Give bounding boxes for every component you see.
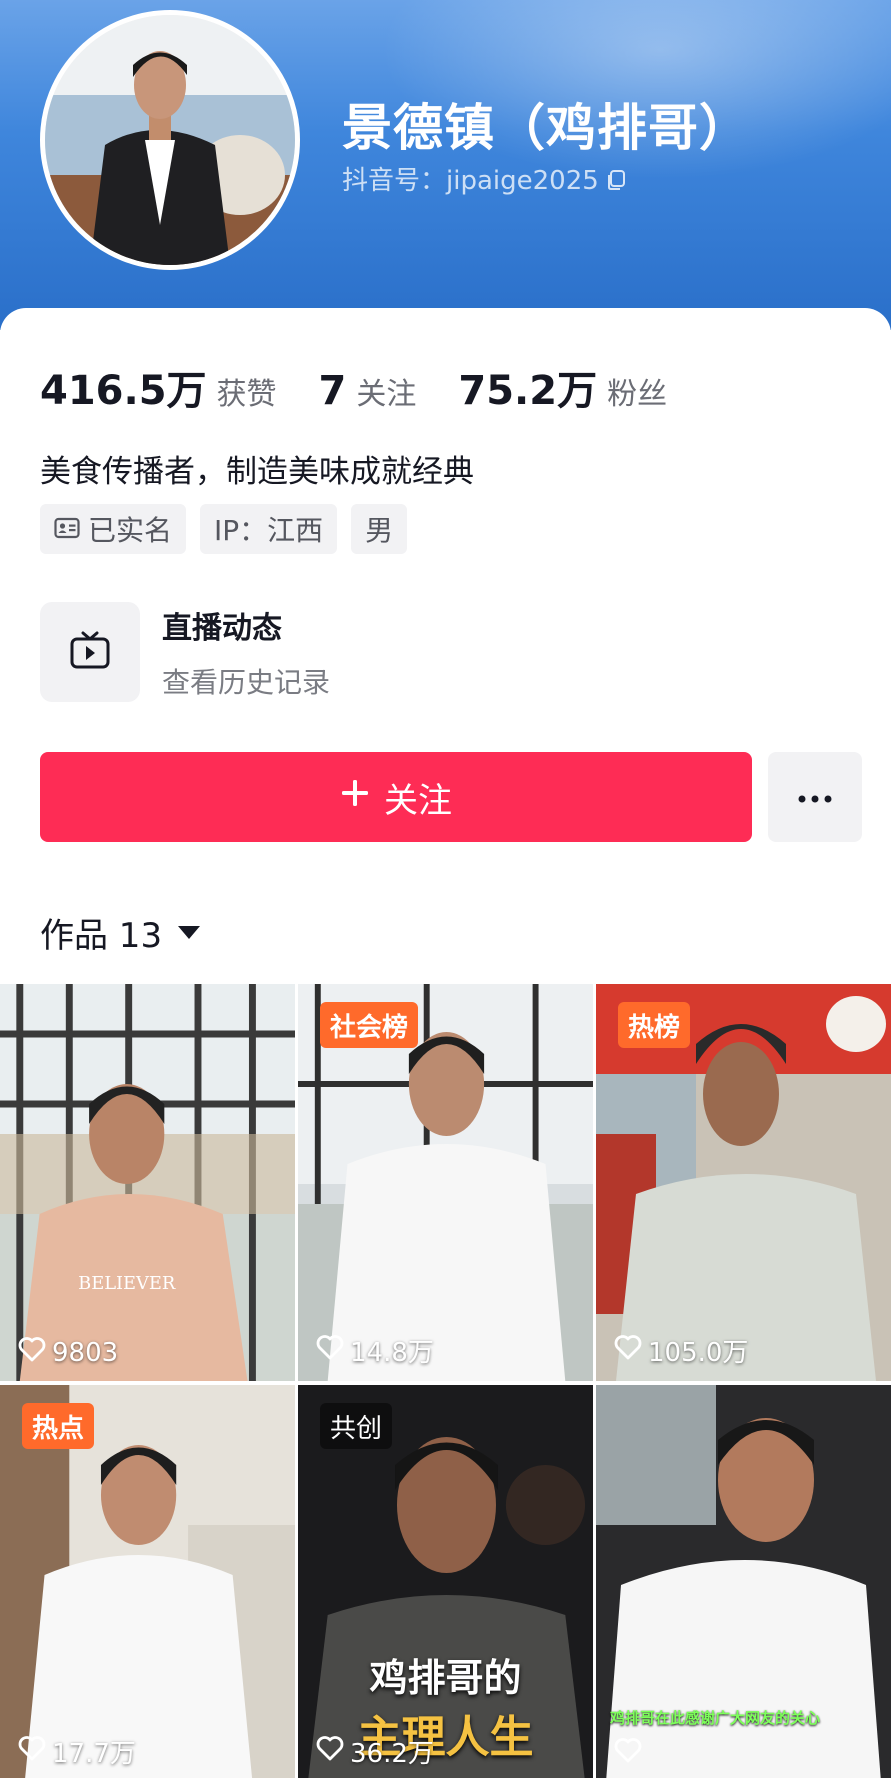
likes-value: 105.0万 — [648, 1338, 749, 1368]
likes-count — [614, 1737, 648, 1770]
id-card-icon — [54, 513, 80, 546]
video-thumbnail-4[interactable]: 热点 17.7万 — [0, 1385, 298, 1778]
heart-icon — [316, 1334, 344, 1367]
caret-down-icon — [178, 926, 201, 939]
tag-gender: 男 — [351, 504, 408, 554]
heart-icon — [18, 1735, 46, 1768]
avatar[interactable] — [40, 10, 300, 270]
video-thumbnail-6[interactable]: 鸡排哥在此感谢广大网友的关心 — [596, 1385, 891, 1778]
more-button[interactable] — [768, 752, 862, 842]
tab-works[interactable]: 作品 13 — [40, 908, 201, 957]
stat-likes-value: 416.5万 — [40, 368, 207, 414]
tag-verified-label: 已实名 — [88, 514, 173, 547]
nickname: 景德镇（鸡排哥） — [342, 99, 750, 157]
live-title: 直播动态 — [162, 611, 282, 646]
stat-followers-label: 粉丝 — [607, 377, 668, 412]
svg-text:BELIEVER: BELIEVER — [78, 1273, 176, 1294]
tag-ip-label: IP：江西 — [214, 514, 324, 547]
stat-likes-label: 获赞 — [216, 377, 277, 412]
badge-trending: 热点 — [22, 1403, 95, 1449]
follow-button[interactable]: 关注 — [40, 752, 752, 842]
works-grid: BELIEVER 9803 社会榜 14.8万 热榜 105.0万 热点 17.… — [0, 984, 891, 1778]
likes-count: 14.8万 — [316, 1332, 434, 1369]
heart-icon — [18, 1336, 46, 1369]
stat-following-value: 7 — [318, 368, 347, 414]
video-thumbnail-1[interactable]: BELIEVER 9803 — [0, 984, 298, 1381]
likes-value: 14.8万 — [350, 1338, 434, 1368]
live-icon-box — [40, 602, 140, 702]
profile-card: 416.5万 获赞 7 关注 75.2万 粉丝 美食传播者，制造美味成就经典 已… — [0, 308, 891, 1778]
bio: 美食传播者，制造美味成就经典 — [40, 454, 474, 490]
live-history-entry[interactable]: 直播动态 查看历史记录 — [40, 602, 330, 702]
stats-row: 416.5万 获赞 7 关注 75.2万 粉丝 — [40, 358, 709, 416]
live-subtitle: 查看历史记录 — [162, 666, 331, 699]
douyin-id-text: 抖音号：jipaige2025 — [342, 166, 599, 196]
likes-value: 17.7万 — [52, 1739, 136, 1769]
tv-icon — [69, 630, 111, 674]
badge-hot-rank: 热榜 — [618, 1002, 691, 1048]
heart-icon — [614, 1737, 642, 1770]
copy-icon[interactable] — [605, 168, 627, 190]
heart-icon — [316, 1735, 344, 1768]
likes-value: 9803 — [52, 1337, 119, 1368]
plus-icon — [340, 777, 370, 817]
badge-co-creation: 共创 — [320, 1403, 393, 1449]
tags-row: 已实名 IP：江西 男 — [40, 504, 408, 554]
likes-count: 9803 — [18, 1336, 118, 1369]
stat-likes[interactable]: 416.5万 获赞 — [40, 358, 277, 416]
stat-followers[interactable]: 75.2万 粉丝 — [458, 358, 667, 416]
heart-icon — [614, 1334, 642, 1367]
badge-social-rank: 社会榜 — [320, 1002, 419, 1048]
follow-label: 关注 — [384, 780, 452, 821]
tag-gender-label: 男 — [365, 514, 394, 547]
tag-ip: IP：江西 — [200, 504, 338, 554]
douyin-id[interactable]: 抖音号：jipaige2025 — [342, 160, 627, 197]
profile-header: 景德镇（鸡排哥） 抖音号：jipaige2025 — [0, 0, 891, 330]
video-thumbnail-2[interactable]: 社会榜 14.8万 — [298, 984, 596, 1381]
tag-verified[interactable]: 已实名 — [40, 504, 187, 554]
more-dots-icon — [797, 788, 833, 807]
stat-following[interactable]: 7 关注 — [319, 368, 417, 414]
likes-value: 36.2万 — [350, 1739, 434, 1769]
stat-following-label: 关注 — [356, 377, 417, 412]
likes-count: 17.7万 — [18, 1733, 136, 1770]
likes-count: 105.0万 — [614, 1332, 748, 1369]
video-title-line1: 鸡排哥的 — [369, 1656, 522, 1700]
video-thumbnail-5[interactable]: 共创 鸡排哥的 主理人生 36.2万 — [298, 1385, 596, 1778]
video-caption: 鸡排哥在此感谢广大网友的关心 — [610, 1709, 821, 1727]
works-label: 作品 13 — [40, 916, 163, 956]
video-thumbnail-3[interactable]: 热榜 105.0万 — [596, 984, 891, 1381]
stat-followers-value: 75.2万 — [458, 368, 598, 414]
likes-count: 36.2万 — [316, 1733, 434, 1770]
